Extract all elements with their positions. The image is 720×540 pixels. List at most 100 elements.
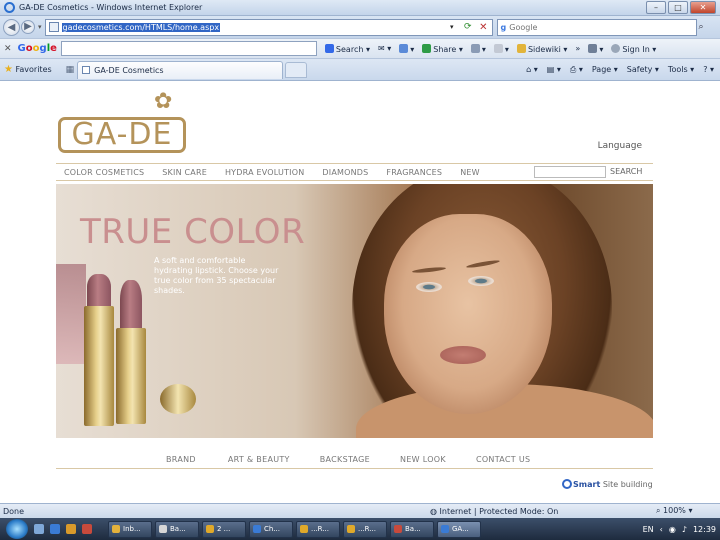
zoom-icon: ⌕ [656, 506, 661, 515]
model-lips [440, 346, 486, 364]
app-quicklaunch-icon[interactable] [82, 524, 92, 534]
web-page: ✿ GA-DE Language COLOR COSMETICS SKIN CA… [0, 80, 720, 503]
maximize-button[interactable]: □ [668, 1, 688, 14]
translate-button[interactable]: ▾ [470, 43, 486, 54]
nav-color-cosmetics[interactable]: COLOR COSMETICS [64, 168, 144, 177]
volume-icon[interactable]: ♪ [682, 525, 687, 534]
home-button[interactable]: ⌂ ▾ [526, 65, 538, 75]
ie-quicklaunch-icon[interactable] [50, 524, 60, 534]
window-title: GA-DE Cosmetics - Windows Internet Explo… [19, 3, 203, 12]
start-button[interactable] [6, 519, 28, 539]
browser-icon [253, 525, 261, 533]
sidewiki-button[interactable]: Sidewiki ▾ [516, 43, 567, 54]
share-button[interactable]: Share ▾ [422, 43, 463, 54]
site-search-input[interactable] [534, 166, 606, 178]
network-icon[interactable]: ◉ [669, 525, 676, 534]
smart-site-building-credit[interactable]: Smart Site building [562, 479, 653, 489]
print-button[interactable]: ⎙ ▾ [570, 65, 583, 75]
refresh-icon[interactable]: ⟳ [464, 22, 472, 32]
toolbar-settings-button[interactable]: ▾ [588, 43, 603, 54]
browser-icon [441, 525, 449, 533]
show-desktop-icon[interactable] [34, 524, 44, 534]
minimize-button[interactable]: – [646, 1, 666, 14]
address-dropdown[interactable]: ▾ [450, 23, 454, 31]
nav-fragrances[interactable]: FRAGRANCES [386, 168, 442, 177]
back-button[interactable]: ◀ [3, 18, 20, 36]
footer-brand[interactable]: BRAND [166, 455, 196, 464]
main-navigation: COLOR COSMETICS SKIN CARE HYDRA EVOLUTIO… [56, 163, 653, 181]
forward-button[interactable]: ▶ [21, 20, 35, 34]
taskbar-item-3[interactable]: 2 ... [202, 520, 246, 538]
url-text[interactable]: gadecosmetics.com/HTMLS/home.aspx [61, 22, 221, 32]
clock[interactable]: 12:39 [693, 525, 716, 534]
address-row: ◀ ▶ ▾ gadecosmetics.com/HTMLS/home.aspx … [0, 16, 720, 38]
page-menu[interactable]: Page ▾ [592, 65, 618, 75]
taskbar-item-6[interactable]: ...R... [343, 520, 387, 538]
favorites-button[interactable]: ★ Favorites [4, 64, 52, 75]
tools-menu[interactable]: Tools ▾ [668, 65, 694, 75]
search-box[interactable]: g [496, 18, 697, 36]
close-button[interactable]: ✕ [690, 1, 716, 14]
new-tab-button[interactable] [285, 61, 308, 78]
search-icon[interactable]: ⌕ [699, 22, 704, 32]
safety-menu[interactable]: Safety ▾ [627, 65, 659, 75]
tab-row: ★ Favorites ▦ GA-DE Cosmetics ⌂ ▾ ▤ ▾ ⎙ … [0, 58, 720, 80]
logo-wordmark: GA-DE [58, 117, 186, 153]
security-zone[interactable]: ◍ Internet | Protected Mode: On [430, 507, 558, 516]
tray-arrow-icon[interactable]: ‹ [660, 525, 663, 534]
footer-backstage[interactable]: BACKSTAGE [320, 455, 370, 464]
google-logo: Google [17, 43, 57, 54]
google-search-button[interactable]: Search ▾ [324, 43, 370, 54]
pencil-icon [493, 43, 503, 53]
more-tools-button[interactable]: » [575, 44, 580, 53]
footer-new-look[interactable]: NEW LOOK [400, 455, 446, 464]
tab-list-icon[interactable]: ▦ [66, 65, 75, 75]
taskbar-item-2[interactable]: Ba... [155, 520, 199, 538]
lipstick-product-open [116, 280, 146, 424]
page-icon [48, 22, 59, 32]
gmail-button[interactable]: ✉ ▾ [378, 44, 391, 53]
lipstick-cap [160, 384, 196, 414]
footer-art-beauty[interactable]: ART & BEAUTY [228, 455, 290, 464]
language-indicator[interactable]: EN [643, 525, 654, 534]
recent-pages-dropdown[interactable]: ▾ [38, 23, 42, 31]
taskbar-item-7[interactable]: Ba... [390, 520, 434, 538]
explorer-quicklaunch-icon[interactable] [66, 524, 76, 534]
globe-icon: ◍ [430, 506, 437, 516]
language-link[interactable]: Language [598, 141, 642, 151]
bookmarks-button[interactable]: ▾ [399, 43, 414, 54]
help-menu[interactable]: ? ▾ [703, 65, 714, 75]
bookmark-icon [399, 43, 409, 53]
mail-icon [112, 525, 120, 533]
search-input[interactable] [509, 22, 670, 32]
taskbar-item-5[interactable]: ...R... [296, 520, 340, 538]
zoom-control[interactable]: ⌕ 100% ▾ [656, 506, 692, 516]
feeds-button[interactable]: ▤ ▾ [547, 65, 561, 75]
nav-hydra-evolution[interactable]: HYDRA EVOLUTION [225, 168, 304, 177]
close-toolbar-icon[interactable]: ✕ [4, 44, 12, 54]
address-bar[interactable]: gadecosmetics.com/HTMLS/home.aspx ▾ ⟳ ✕ [44, 18, 493, 36]
nav-diamonds[interactable]: DIAMONDS [322, 168, 368, 177]
site-search-button[interactable]: SEARCH [610, 167, 642, 176]
hero-banner[interactable]: TRUE COLOR A soft and comfortable hydrat… [56, 184, 653, 438]
model-eye-left [416, 282, 442, 292]
nav-skin-care[interactable]: SKIN CARE [162, 168, 207, 177]
internet-explorer-icon [4, 2, 15, 13]
stop-icon[interactable]: ✕ [479, 22, 487, 33]
model-face [384, 214, 552, 414]
nav-new[interactable]: NEW [460, 168, 480, 177]
window-title-bar: GA-DE Cosmetics - Windows Internet Explo… [0, 0, 720, 16]
taskbar-item-4[interactable]: Ch... [249, 520, 293, 538]
command-bar: ⌂ ▾ ▤ ▾ ⎙ ▾ Page ▾ Safety ▾ Tools ▾ ? ▾ [526, 65, 714, 75]
gade-logo[interactable]: ✿ GA-DE [58, 89, 188, 157]
document-icon [159, 525, 167, 533]
footer-contact-us[interactable]: CONTACT US [476, 455, 530, 464]
taskbar-item-inbox[interactable]: Inb... [108, 520, 152, 538]
footer-navigation: BRAND ART & BEAUTY BACKSTAGE NEW LOOK CO… [56, 451, 653, 469]
sign-in-button[interactable]: Sign In ▾ [611, 43, 656, 54]
tab-gade-cosmetics[interactable]: GA-DE Cosmetics [77, 60, 284, 79]
google-toolbar-search-input[interactable] [60, 41, 317, 56]
autofill-button[interactable]: ▾ [493, 43, 509, 54]
google-search-provider-icon[interactable]: g [501, 23, 507, 32]
taskbar-item-gade[interactable]: GA... [437, 520, 481, 538]
